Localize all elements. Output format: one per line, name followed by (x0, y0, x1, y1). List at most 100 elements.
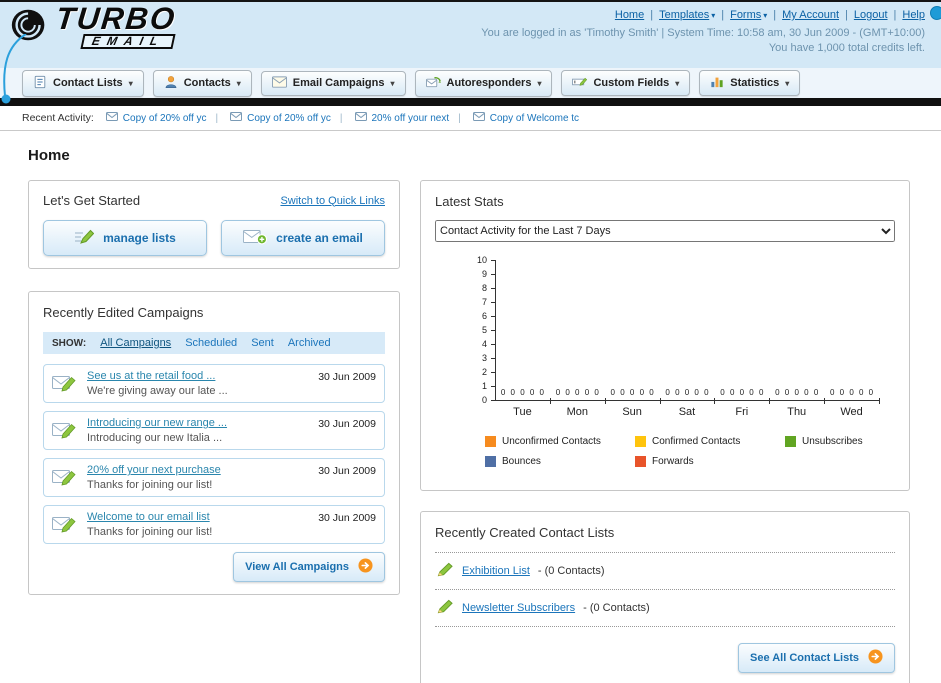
recent-activity-link[interactable]: 20% off your next (340, 112, 449, 124)
chevron-down-icon: ▾ (236, 78, 241, 88)
envelope-icon (354, 112, 367, 124)
y-tick (491, 344, 495, 345)
recent-activity-text: Copy of 20% off yc (247, 112, 331, 124)
left-column: Let's Get Started Switch to Quick Links … (28, 180, 400, 595)
latest-stats-panel: Latest Stats Contact Activity for the La… (420, 180, 910, 491)
campaign-list: See us at the retail food ... We're givi… (43, 364, 385, 544)
main-navigation: Contact Lists ▾ Contacts ▾ Email Campaig… (0, 68, 941, 98)
main-content: Home Let's Get Started Switch to Quick L… (0, 131, 941, 683)
campaign-title-link[interactable]: Introducing our new range ... (87, 417, 309, 429)
tab-email-campaigns[interactable]: Email Campaigns ▾ (260, 70, 406, 96)
chart-legend: Unconfirmed Contacts Confirmed Contacts … (485, 436, 941, 476)
campaign-subtitle: We're giving away our late ... (87, 385, 228, 397)
y-tick-label: 5 (481, 325, 487, 335)
campaign-row: 20% off your next purchase Thanks for jo… (43, 458, 385, 497)
header-link[interactable]: Logout▾ (845, 9, 888, 21)
legend-label: Confirmed Contacts (652, 436, 741, 447)
y-tick-label: 2 (481, 367, 487, 377)
contacts-icon (164, 75, 178, 92)
legend-label: Forwards (652, 456, 694, 467)
view-all-campaigns-label: View All Campaigns (245, 561, 349, 573)
logo-word-email: EMAIL (80, 33, 176, 49)
tab-label: Autoresponders (446, 77, 532, 89)
x-category-label: Wed (840, 406, 863, 418)
corner-dot-decoration (930, 6, 941, 20)
recent-activity-bar: Recent Activity: Copy of 20% off yc Copy… (0, 106, 941, 131)
header-link[interactable]: Help▾ (894, 9, 925, 21)
page-title: Home (28, 147, 70, 164)
x-tick (550, 398, 551, 404)
tab-label: Contacts (183, 77, 231, 89)
campaign-filter-link[interactable]: Sent (251, 337, 274, 349)
y-tick (491, 330, 495, 331)
legend-item: Unconfirmed Contacts (485, 436, 635, 447)
campaign-title-link[interactable]: Welcome to our email list (87, 511, 309, 523)
header-link[interactable]: Home▾ (615, 9, 644, 21)
y-tick-label: 9 (481, 269, 487, 279)
manage-lists-button[interactable]: manage lists (43, 220, 207, 256)
view-all-campaigns-button[interactable]: View All Campaigns (233, 552, 385, 582)
legend-item: Unsubscribes (785, 436, 935, 447)
chevron-down-icon: ▾ (390, 78, 395, 88)
envelope-pencil-icon (52, 513, 78, 538)
create-email-label: create an email (276, 231, 363, 245)
tab-autoresponders[interactable]: Autoresponders ▾ (414, 69, 553, 97)
contact-list-link[interactable]: Newsletter Subscribers (462, 602, 575, 614)
campaign-row: Introducing our new range ... Introducin… (43, 411, 385, 450)
tab-contacts[interactable]: Contacts ▾ (152, 69, 252, 97)
campaign-title-link[interactable]: 20% off your next purchase (87, 464, 309, 476)
contact-list-count: - (0 Contacts) (537, 565, 605, 577)
campaign-row: See us at the retail food ... We're givi… (43, 364, 385, 403)
tab-custom-fields[interactable]: Custom Fields ▾ (561, 70, 691, 96)
app-logo[interactable]: TURBO EMAIL (8, 2, 178, 50)
tab-label: Contact Lists (53, 77, 123, 89)
header-link-label: Logout (853, 9, 888, 21)
autoresponder-icon (425, 75, 441, 92)
recent-activity-link[interactable]: Copy of 20% off yc (105, 112, 207, 124)
y-tick-label: 6 (481, 311, 487, 321)
legend-item: Forwards (635, 456, 785, 467)
switch-quick-links-link[interactable]: Switch to Quick Links (280, 195, 385, 207)
legend-swatch (485, 456, 496, 467)
recent-activity-text: Copy of Welcome tc (489, 112, 580, 124)
recent-contact-lists-panel: Recently Created Contact Lists Exhibitio… (420, 511, 910, 683)
chevron-down-icon: ▾ (675, 78, 680, 88)
header-links: Home▾ Templates▾ Forms▾ My Account▾ Logo… (481, 9, 925, 21)
tab-contact-lists[interactable]: Contact Lists ▾ (22, 69, 144, 97)
envelope-icon (271, 75, 287, 91)
chart-plot: 0 1 2 3 4 5 6 7 8 9 10 0 0 0 0 0 Tue 0 0 0 0 0 Mon 0 0 … (459, 252, 891, 432)
latest-stats-title: Latest Stats (435, 194, 504, 209)
arrow-circle-icon (868, 649, 883, 667)
campaign-filter-link[interactable]: Scheduled (185, 337, 237, 349)
legend-item: Confirmed Contacts (635, 436, 785, 447)
campaign-filter-link[interactable]: All Campaigns (100, 337, 171, 349)
campaign-title-link[interactable]: See us at the retail food ... (87, 370, 309, 382)
y-tick (491, 316, 495, 317)
recent-campaigns-title: Recently Edited Campaigns (43, 305, 204, 320)
header-link[interactable]: My Account▾ (773, 9, 839, 21)
value-labels: 0 0 0 0 0 (610, 388, 654, 397)
x-axis-line (495, 400, 880, 401)
header-link[interactable]: Templates▾ (650, 9, 715, 21)
stats-period-select[interactable]: Contact Activity for the Last 7 Days (435, 220, 895, 242)
recent-activity-link[interactable]: Copy of Welcome tc (458, 112, 579, 124)
manage-lists-label: manage lists (103, 231, 176, 245)
see-all-contact-lists-button[interactable]: See All Contact Lists (737, 643, 895, 673)
x-tick (605, 398, 606, 404)
header-link[interactable]: Forms▾ (721, 9, 767, 21)
x-tick (769, 398, 770, 404)
create-email-button[interactable]: create an email (221, 220, 385, 256)
contact-list-link[interactable]: Exhibition List (462, 565, 530, 577)
legend-label: Unconfirmed Contacts (502, 436, 601, 447)
x-tick (660, 398, 661, 404)
x-tick (824, 398, 825, 404)
contact-list-count: - (0 Contacts) (583, 602, 650, 614)
header-meta: Home▾ Templates▾ Forms▾ My Account▾ Logo… (481, 9, 925, 54)
campaign-filter-link[interactable]: Archived (288, 337, 331, 349)
tab-statistics[interactable]: Statistics ▾ (699, 70, 801, 96)
y-tick-label: 10 (476, 255, 487, 265)
recent-activity-link[interactable]: Copy of 20% off yc (216, 112, 331, 124)
y-tick (491, 274, 495, 275)
credits-text: You have 1,000 total credits left. (768, 42, 925, 54)
header-link-label: Home (614, 9, 645, 21)
